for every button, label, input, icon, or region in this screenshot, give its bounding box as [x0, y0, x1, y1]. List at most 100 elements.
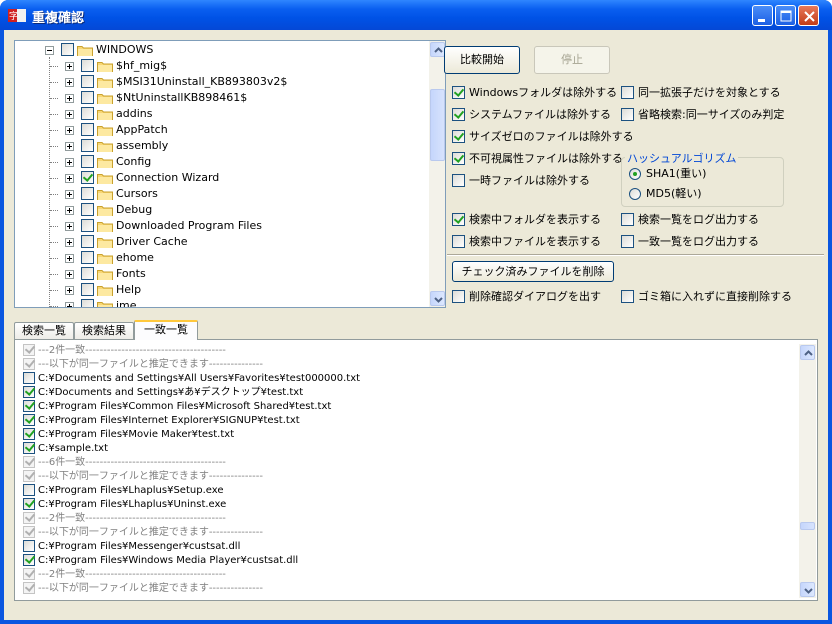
- list-item-checkbox[interactable]: [23, 582, 35, 594]
- scroll-down-button[interactable]: [430, 291, 445, 306]
- expand-icon[interactable]: [65, 78, 74, 87]
- scroll-thumb[interactable]: [430, 89, 445, 161]
- expand-icon[interactable]: [65, 206, 74, 215]
- tree-item[interactable]: Config: [15, 154, 427, 170]
- list-item-checkbox[interactable]: [23, 470, 35, 482]
- tree-item-checkbox[interactable]: [81, 235, 94, 248]
- list-item[interactable]: C:¥Program Files¥Lhaplus¥Uninst.exe: [23, 498, 793, 512]
- list-item-checkbox[interactable]: [23, 386, 35, 398]
- tree-item-checkbox[interactable]: [81, 299, 94, 307]
- folder-tree[interactable]: ime Help Fonts ehome Driver Cache Downloaded …: [14, 40, 446, 308]
- tree-item-checkbox[interactable]: [61, 43, 74, 56]
- list-item[interactable]: ---2件一致---------------------------------…: [23, 512, 793, 526]
- tree-item[interactable]: Driver Cache: [15, 234, 427, 250]
- expand-icon[interactable]: [65, 110, 74, 119]
- scroll-thumb[interactable]: [800, 522, 815, 530]
- list-item-checkbox[interactable]: [23, 372, 35, 384]
- list-item[interactable]: ---以下が同一ファイルと推定できます---------------: [23, 358, 793, 372]
- minimize-button[interactable]: [752, 5, 773, 26]
- expand-icon[interactable]: [65, 174, 74, 183]
- tree-item-checkbox[interactable]: [81, 187, 94, 200]
- tree-item[interactable]: Fonts: [15, 266, 427, 282]
- tree-item-checkbox[interactable]: [81, 107, 94, 120]
- list-item-checkbox[interactable]: [23, 400, 35, 412]
- list-item[interactable]: C:¥Program Files¥Movie Maker¥test.txt: [23, 428, 793, 442]
- list-scrollbar[interactable]: [799, 344, 816, 598]
- list-item[interactable]: ---6件一致---------------------------------…: [23, 456, 793, 470]
- tab-search-results[interactable]: 検索結果: [74, 322, 134, 340]
- tree-item-checkbox[interactable]: [81, 203, 94, 216]
- expand-icon[interactable]: [65, 286, 74, 295]
- tab-match-list[interactable]: 一致一覧: [134, 320, 198, 340]
- list-item-checkbox[interactable]: [23, 442, 35, 454]
- expand-icon[interactable]: [65, 270, 74, 279]
- scroll-down-button[interactable]: [800, 582, 815, 597]
- list-item-checkbox[interactable]: [23, 344, 35, 356]
- list-item[interactable]: C:¥Documents and Settings¥あ¥デスクトップ¥test.…: [23, 386, 793, 400]
- scroll-up-button[interactable]: [800, 345, 815, 360]
- list-item[interactable]: ---以下が同一ファイルと推定できます---------------: [23, 526, 793, 540]
- close-button[interactable]: [798, 5, 819, 26]
- tree-item-checkbox[interactable]: [81, 171, 94, 184]
- tree-item-checkbox[interactable]: [81, 123, 94, 136]
- list-item-checkbox[interactable]: [23, 540, 35, 552]
- expand-icon[interactable]: [65, 94, 74, 103]
- list-item[interactable]: ---以下が同一ファイルと推定できます---------------: [23, 470, 793, 484]
- tree-item[interactable]: $hf_mig$: [15, 58, 427, 74]
- list-item[interactable]: ---2件一致---------------------------------…: [23, 344, 793, 358]
- tree-item-checkbox[interactable]: [81, 59, 94, 72]
- tree-item[interactable]: Help: [15, 282, 427, 298]
- compare-start-button[interactable]: 比較開始: [444, 46, 520, 74]
- list-item[interactable]: ---以下が同一ファイルと推定できます---------------: [23, 582, 793, 596]
- tree-item-checkbox[interactable]: [81, 139, 94, 152]
- tree-scrollbar[interactable]: [429, 41, 445, 307]
- collapse-icon[interactable]: [45, 46, 54, 55]
- list-item-checkbox[interactable]: [23, 526, 35, 538]
- tree-item[interactable]: AppPatch: [15, 122, 427, 138]
- list-item-checkbox[interactable]: [23, 484, 35, 496]
- list-item-checkbox[interactable]: [23, 428, 35, 440]
- tree-item[interactable]: assembly: [15, 138, 427, 154]
- expand-icon[interactable]: [65, 254, 74, 263]
- tab-search-list[interactable]: 検索一覧: [14, 322, 74, 340]
- expand-icon[interactable]: [65, 238, 74, 247]
- scroll-up-button[interactable]: [430, 42, 445, 57]
- expand-icon[interactable]: [65, 302, 74, 307]
- list-item-checkbox[interactable]: [23, 568, 35, 580]
- list-item[interactable]: C:¥Program Files¥Internet Explorer¥SIGNU…: [23, 414, 793, 428]
- list-item[interactable]: ---2件一致---------------------------------…: [23, 568, 793, 582]
- tree-item[interactable]: ehome: [15, 250, 427, 266]
- list-item-checkbox[interactable]: [23, 498, 35, 510]
- tree-item[interactable]: Connection Wizard: [15, 170, 427, 186]
- tree-item-checkbox[interactable]: [81, 283, 94, 296]
- tree-item[interactable]: $MSI31Uninstall_KB893803v2$: [15, 74, 427, 90]
- list-item[interactable]: C:¥Documents and Settings¥All Users¥Favo…: [23, 372, 793, 386]
- list-item-checkbox[interactable]: [23, 456, 35, 468]
- tree-item[interactable]: WINDOWS: [15, 42, 427, 58]
- expand-icon[interactable]: [65, 190, 74, 199]
- title-bar[interactable]: 字 重複確認: [0, 0, 832, 30]
- list-item-checkbox[interactable]: [23, 512, 35, 524]
- maximize-button[interactable]: [775, 5, 796, 26]
- match-list[interactable]: ---以下が同一ファイルと推定できます--------------- ---2件一…: [14, 339, 818, 601]
- stop-button[interactable]: 停止: [534, 46, 610, 74]
- tree-item-checkbox[interactable]: [81, 267, 94, 280]
- list-item[interactable]: C:¥sample.txt: [23, 442, 793, 456]
- tree-item[interactable]: Cursors: [15, 186, 427, 202]
- list-item[interactable]: C:¥Program Files¥Messenger¥custsat.dll: [23, 540, 793, 554]
- delete-checked-button[interactable]: チェック済みファイルを削除: [452, 261, 614, 282]
- list-item[interactable]: C:¥Program Files¥Common Files¥Microsoft …: [23, 400, 793, 414]
- tree-item-checkbox[interactable]: [81, 155, 94, 168]
- expand-icon[interactable]: [65, 62, 74, 71]
- expand-icon[interactable]: [65, 222, 74, 231]
- tree-item-checkbox[interactable]: [81, 251, 94, 264]
- list-item[interactable]: C:¥Program Files¥Windows Media Player¥cu…: [23, 554, 793, 568]
- tree-item-checkbox[interactable]: [81, 75, 94, 88]
- list-item-checkbox[interactable]: [23, 358, 35, 370]
- list-item-checkbox[interactable]: [23, 554, 35, 566]
- expand-icon[interactable]: [65, 142, 74, 151]
- list-item-checkbox[interactable]: [23, 414, 35, 426]
- expand-icon[interactable]: [65, 158, 74, 167]
- list-item[interactable]: C:¥Program Files¥Lhaplus¥Setup.exe: [23, 484, 793, 498]
- tree-item[interactable]: addins: [15, 106, 427, 122]
